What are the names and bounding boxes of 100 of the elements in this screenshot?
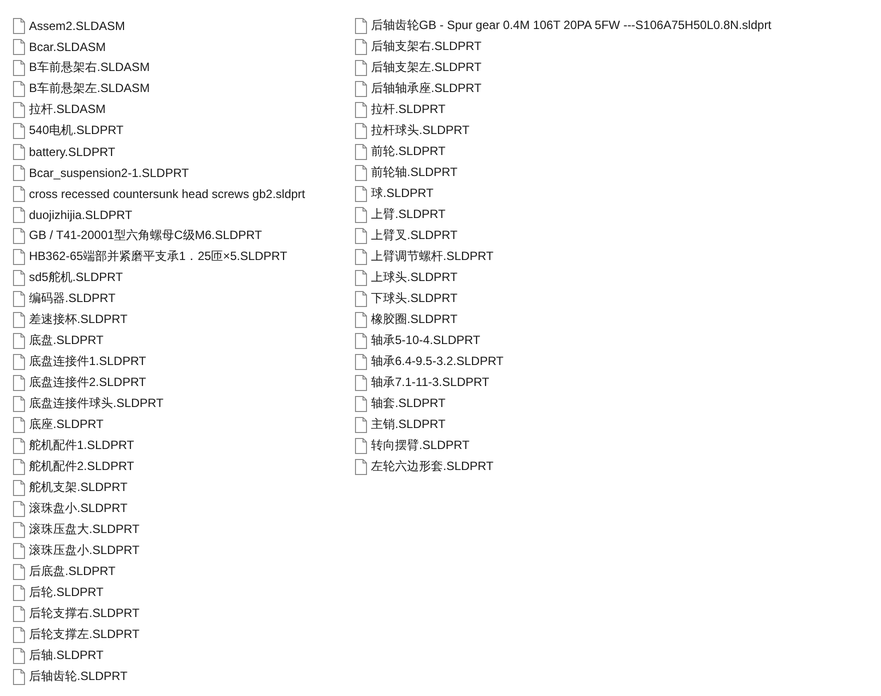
file-item[interactable]: 后轮支撑右.SLDPRT [13, 603, 140, 624]
file-icon [13, 354, 25, 370]
file-item[interactable]: 舵机支架.SLDPRT [13, 477, 128, 498]
file-item[interactable]: 后轴轴承座.SLDPRT [355, 78, 482, 99]
file-icon [13, 626, 25, 642]
file-item[interactable]: 上臂叉.SLDPRT [355, 225, 458, 246]
file-item[interactable]: 后轴齿轮GB - Spur gear 0.4M 106T 20PA 5FW ---S106A75H50L0.8N.sldprt [355, 15, 772, 36]
file-item[interactable]: 拉杆.SLDPRT [355, 99, 446, 120]
file-icon [355, 102, 367, 118]
file-icon [13, 80, 25, 96]
file-icon [355, 144, 367, 160]
file-icon [13, 332, 25, 348]
file-item[interactable]: duojizhijia.SLDPRT [13, 204, 132, 225]
file-icon [13, 374, 25, 390]
file-icon [355, 228, 367, 244]
file-icon [13, 542, 25, 558]
file-item[interactable]: 滚珠压盘小.SLDPRT [13, 540, 140, 561]
file-icon [355, 354, 367, 370]
file-icon [13, 60, 25, 76]
file-item[interactable]: 轴承5-10-4.SLDPRT [355, 330, 480, 351]
file-item[interactable]: 底盘连接件2.SLDPRT [13, 372, 146, 393]
file-icon [355, 290, 367, 306]
file-icon [13, 668, 25, 684]
file-item[interactable]: 橡胶圈.SLDPRT [355, 309, 458, 330]
file-icon [13, 500, 25, 516]
file-item[interactable]: Bcar.SLDASM [13, 36, 106, 57]
file-item[interactable]: 舵机配件2.SLDPRT [13, 456, 134, 477]
file-item[interactable]: 前轮.SLDPRT [355, 141, 446, 162]
file-icon [13, 522, 25, 538]
file-icon [355, 38, 367, 54]
file-item[interactable]: 舵机配件1.SLDPRT [13, 435, 134, 456]
file-item[interactable]: 上臂.SLDPRT [355, 204, 446, 225]
file-item[interactable]: 底盘.SLDPRT [13, 330, 104, 351]
file-icon [13, 396, 25, 412]
file-icon [13, 248, 25, 264]
file-item[interactable]: 后轮.SLDPRT [13, 582, 104, 603]
file-icon [13, 270, 25, 286]
file-icon [13, 38, 25, 54]
file-icon [355, 60, 367, 76]
file-icon [13, 18, 25, 34]
file-icon [13, 290, 25, 306]
file-item[interactable]: 后轴支架右.SLDPRT [355, 36, 482, 57]
file-icon [13, 186, 25, 202]
file-item[interactable]: 左轮六边形套.SLDPRT [355, 456, 494, 477]
file-item[interactable]: battery.SLDPRT [13, 141, 116, 162]
file-icon [13, 438, 25, 454]
file-icon [355, 312, 367, 328]
file-icon [13, 206, 25, 222]
file-icon [13, 606, 25, 622]
file-item[interactable]: 540电机.SLDPRT [13, 120, 124, 141]
file-icon [355, 164, 367, 180]
file-item[interactable]: 后轴支架左.SLDPRT [355, 57, 482, 78]
file-icon [13, 312, 25, 328]
file-item[interactable]: 轴套.SLDPRT [355, 393, 446, 414]
file-icon [355, 18, 367, 34]
file-icon [13, 584, 25, 600]
file-item[interactable]: 滚珠盘小.SLDPRT [13, 498, 128, 519]
file-item[interactable]: 球.SLDPRT [355, 183, 434, 204]
file-item[interactable]: 上臂调节螺杆.SLDPRT [355, 246, 494, 267]
file-item[interactable]: 主销.SLDPRT [355, 414, 446, 435]
file-item[interactable]: B车前悬架右.SLDASM [13, 57, 150, 78]
file-item[interactable]: cross recessed countersunk head screws gb2.sldprt [13, 183, 306, 204]
file-item[interactable]: GB / T41-20001型六角螺母C级M6.SLDPRT [13, 225, 262, 246]
file-item[interactable]: 拉杆球头.SLDPRT [355, 120, 470, 141]
file-item[interactable]: 底座.SLDPRT [13, 414, 104, 435]
file-item[interactable]: 底盘连接件1.SLDPRT [13, 351, 146, 372]
file-item[interactable]: HB362-65端部并紧磨平支承1．25匝×5.SLDPRT [13, 246, 288, 267]
file-item[interactable]: sd5舵机.SLDPRT [13, 267, 123, 288]
file-icon [355, 270, 367, 286]
file-item[interactable]: 轴承6.4-9.5-3.2.SLDPRT [355, 351, 504, 372]
file-item[interactable]: 滚珠压盘大.SLDPRT [13, 519, 140, 540]
file-icon [355, 122, 367, 138]
file-icon [355, 80, 367, 96]
file-item[interactable]: 转向摆臂.SLDPRT [355, 435, 470, 456]
file-item[interactable]: 轴承7.1-11-3.SLDPRT [355, 372, 490, 393]
file-icon [355, 374, 367, 390]
file-icon [13, 122, 25, 138]
file-item[interactable]: 底盘连接件球头.SLDPRT [13, 393, 164, 414]
file-icon [355, 332, 367, 348]
file-icon [13, 102, 25, 118]
file-item[interactable]: 前轮轴.SLDPRT [355, 162, 458, 183]
file-icon [13, 164, 25, 180]
file-item[interactable]: B车前悬架左.SLDASM [13, 78, 150, 99]
file-item[interactable]: 编码器.SLDPRT [13, 288, 116, 309]
file-item[interactable]: Assem2.SLDASM [13, 15, 126, 36]
file-icon [355, 458, 367, 474]
file-item[interactable]: 拉杆.SLDASM [13, 99, 106, 120]
file-icon [355, 186, 367, 202]
file-icon [13, 648, 25, 664]
file-item[interactable]: Bcar_suspension2-1.SLDPRT [13, 162, 189, 183]
file-item[interactable]: 后底盘.SLDPRT [13, 561, 116, 582]
file-icon [13, 228, 25, 244]
file-item[interactable]: 后轮支撑左.SLDPRT [13, 624, 140, 645]
file-item[interactable]: 后轴.SLDPRT [13, 645, 104, 666]
file-item[interactable]: 后轴齿轮.SLDPRT [13, 666, 128, 687]
file-icon [355, 438, 367, 454]
file-icon [13, 480, 25, 496]
file-item[interactable]: 上球头.SLDPRT [355, 267, 458, 288]
file-item[interactable]: 差速接杯.SLDPRT [13, 309, 128, 330]
file-item[interactable]: 下球头.SLDPRT [355, 288, 458, 309]
